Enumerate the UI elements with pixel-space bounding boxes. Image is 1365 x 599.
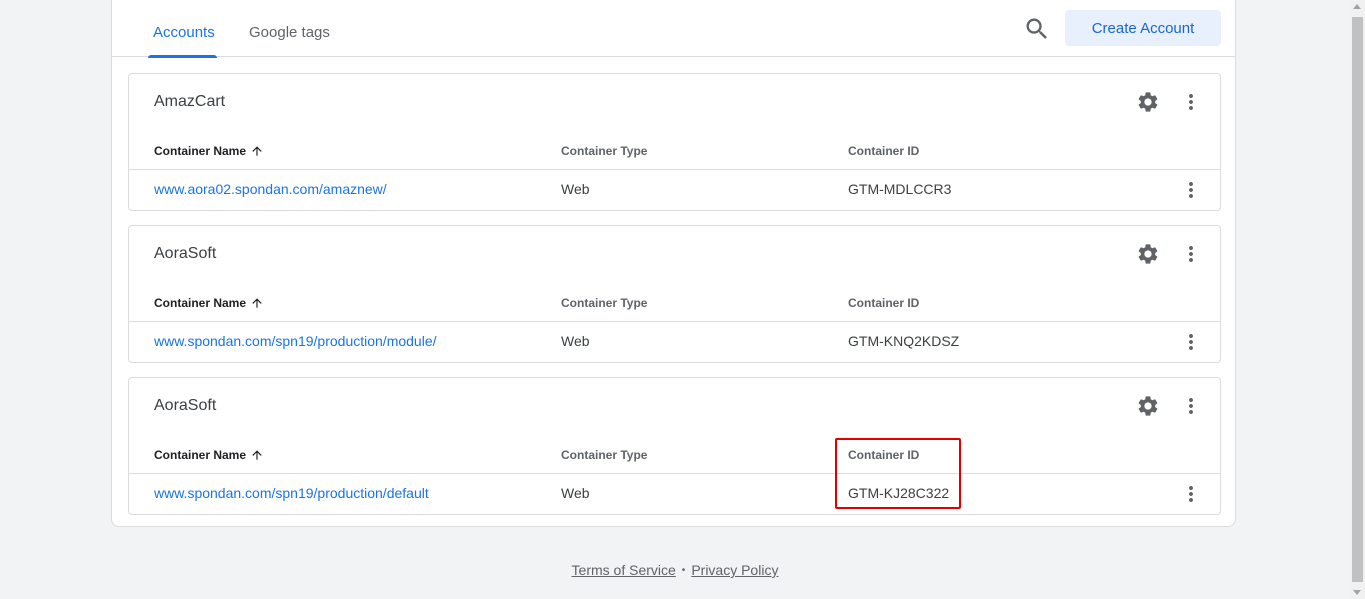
more-vert-icon (1189, 334, 1193, 350)
container-more-button[interactable] (1179, 482, 1203, 506)
privacy-policy-link[interactable]: Privacy Policy (691, 562, 778, 578)
column-header-name-label: Container Name (154, 296, 247, 310)
column-header-container-id: Container ID (848, 448, 920, 462)
container-id: GTM-MDLCCR3 (848, 181, 952, 197)
accounts-card: Accounts Google tags Create Account Amaz… (111, 0, 1236, 527)
tab-accounts[interactable]: Accounts (143, 0, 217, 58)
account-name: AmazCart (154, 93, 226, 110)
more-vert-icon (1189, 182, 1193, 198)
arrow-up-icon (252, 146, 262, 156)
column-header-container-id: Container ID (848, 144, 920, 158)
account-more-button[interactable] (1179, 242, 1203, 266)
scrollbar-thumb[interactable] (1352, 17, 1363, 582)
scroll-down-arrow-icon[interactable] (1353, 590, 1361, 595)
container-name-link[interactable]: www.aora02.spondan.com/amaznew/ (154, 181, 387, 197)
account-settings-button[interactable] (1136, 90, 1160, 114)
footer-separator: • (681, 565, 686, 576)
container-id: GTM-KNQ2KDSZ (848, 333, 960, 349)
more-vert-icon (1189, 246, 1193, 262)
footer: Terms of Service • Privacy Policy (0, 562, 1350, 578)
tab-google-tags[interactable]: Google tags (240, 0, 338, 57)
table-row: www.aora02.spondan.com/amaznew/ Web GTM-… (129, 169, 1220, 211)
account-more-button[interactable] (1179, 90, 1203, 114)
scroll-up-arrow-icon[interactable] (1353, 4, 1361, 9)
table-row: www.spondan.com/spn19/production/module/… (129, 321, 1220, 363)
account-card: AmazCart Container Name Container Type C… (128, 73, 1221, 211)
account-name: AoraSoft (154, 397, 217, 414)
account-settings-button[interactable] (1136, 394, 1160, 418)
scrollbar[interactable] (1350, 0, 1365, 599)
container-name-link[interactable]: www.spondan.com/spn19/production/module/ (154, 333, 437, 349)
container-type: Web (561, 485, 590, 501)
account-settings-button[interactable] (1136, 242, 1160, 266)
column-header-container-type: Container Type (561, 144, 648, 158)
tab-accounts-label: Accounts (153, 24, 215, 41)
account-more-button[interactable] (1179, 394, 1203, 418)
gear-icon (1138, 92, 1158, 112)
column-header-container-type: Container Type (561, 296, 648, 310)
column-header-container-type: Container Type (561, 448, 648, 462)
search-icon (1026, 18, 1047, 39)
column-header-container-name[interactable]: Container Name (154, 144, 264, 158)
container-more-button[interactable] (1179, 330, 1203, 354)
gear-icon (1138, 396, 1158, 416)
table-row: www.spondan.com/spn19/production/default… (129, 473, 1220, 515)
more-vert-icon (1189, 94, 1193, 110)
search-button[interactable] (1023, 15, 1051, 43)
container-type: Web (561, 181, 590, 197)
tab-bar: Accounts Google tags Create Account (112, 0, 1235, 58)
container-more-button[interactable] (1179, 178, 1203, 202)
terms-of-service-link[interactable]: Terms of Service (572, 562, 676, 578)
more-vert-icon (1189, 398, 1193, 414)
container-name-link[interactable]: www.spondan.com/spn19/production/default (154, 485, 429, 501)
account-card: AoraSoft Container Name Container Type C… (128, 225, 1221, 363)
arrow-up-icon (252, 450, 262, 460)
account-name: AoraSoft (154, 245, 217, 262)
arrow-up-icon (252, 298, 262, 308)
create-account-button[interactable]: Create Account (1065, 10, 1221, 46)
column-header-name-label: Container Name (154, 144, 247, 158)
container-type: Web (561, 333, 590, 349)
gear-icon (1138, 244, 1158, 264)
column-header-container-name[interactable]: Container Name (154, 296, 264, 310)
container-id: GTM-KJ28C322 (848, 485, 950, 501)
column-header-container-name[interactable]: Container Name (154, 448, 264, 462)
account-card: AoraSoft Container Name Container Type C… (128, 377, 1221, 515)
column-header-container-id: Container ID (848, 296, 920, 310)
column-header-name-label: Container Name (154, 448, 247, 462)
tab-google-tags-label: Google tags (249, 24, 330, 41)
more-vert-icon (1189, 486, 1193, 502)
